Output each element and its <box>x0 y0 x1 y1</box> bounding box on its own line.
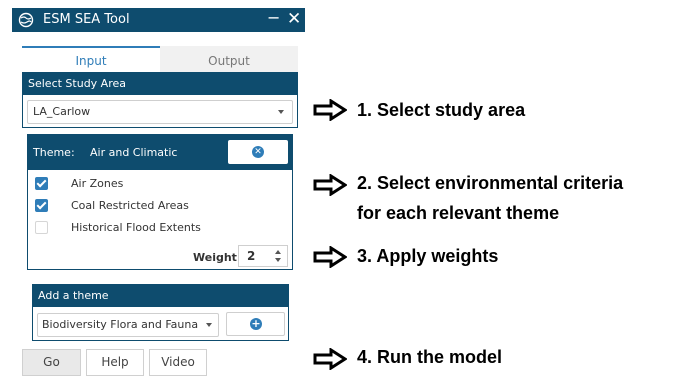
weight-label: Weight: <box>193 251 242 264</box>
add-theme-button[interactable]: + <box>226 312 285 336</box>
clear-circle-icon: ✕ <box>252 146 264 158</box>
chevron-up-icon[interactable] <box>275 250 281 254</box>
theme-name: Air and Climatic <box>90 146 178 159</box>
add-theme-panel: Add a theme Biodiversity Flora and Fauna… <box>32 284 289 341</box>
theme-panel: Theme: Air and Climatic ✕ Air Zones Coal… <box>27 134 293 270</box>
step-2-label: 2. Select environmental criteria <box>357 173 624 193</box>
tab-input[interactable]: Input <box>22 46 160 72</box>
step-3-label: 3. Apply weights <box>357 246 499 266</box>
minimize-button[interactable]: − <box>267 8 280 27</box>
right-arrow-icon <box>313 174 347 196</box>
criteria-label: Historical Flood Extents <box>71 221 201 234</box>
remove-theme-button[interactable]: ✕ <box>228 140 288 164</box>
go-button[interactable]: Go <box>22 349 81 376</box>
globe-icon <box>18 12 34 28</box>
help-button[interactable]: Help <box>86 349 144 376</box>
window-titlebar: ESM SEA Tool − ✕ <box>12 8 305 32</box>
criteria-checkbox-coal-restricted[interactable] <box>35 199 48 212</box>
chevron-down-icon <box>206 323 212 327</box>
window-title: ESM SEA Tool <box>43 12 130 27</box>
step-2-label-continued: for each relevant theme <box>357 203 560 223</box>
study-area-select[interactable]: LA_Carlow <box>27 100 293 124</box>
theme-label: Theme: <box>33 146 75 159</box>
tab-output[interactable]: Output <box>160 46 298 72</box>
add-theme-value: Biodiversity Flora and Fauna <box>42 318 199 331</box>
close-button[interactable]: ✕ <box>287 9 301 29</box>
criteria-label: Coal Restricted Areas <box>71 199 189 212</box>
theme-header: Theme: Air and Climatic ✕ <box>28 135 292 170</box>
chevron-down-icon <box>278 110 284 114</box>
right-arrow-icon <box>313 99 347 121</box>
right-arrow-icon <box>313 348 347 370</box>
criteria-label: Air Zones <box>71 177 124 190</box>
right-arrow-icon <box>313 246 347 268</box>
video-button[interactable]: Video <box>149 349 207 376</box>
criteria-checkbox-flood-extents[interactable] <box>35 221 48 234</box>
chevron-down-icon[interactable] <box>275 258 281 262</box>
weight-value: 2 <box>247 249 256 263</box>
study-area-header: Select Study Area <box>23 73 297 95</box>
add-theme-select[interactable]: Biodiversity Flora and Fauna <box>37 313 219 337</box>
plus-circle-icon: + <box>250 317 262 330</box>
study-area-value: LA_Carlow <box>33 105 91 118</box>
step-4-label: 4. Run the model <box>357 347 503 367</box>
criteria-checkbox-air-zones[interactable] <box>35 177 48 190</box>
add-theme-header: Add a theme <box>33 285 288 307</box>
study-area-panel: Select Study Area LA_Carlow <box>22 72 298 128</box>
step-1-label: 1. Select study area <box>357 100 526 120</box>
weight-stepper[interactable]: 2 <box>238 245 288 267</box>
